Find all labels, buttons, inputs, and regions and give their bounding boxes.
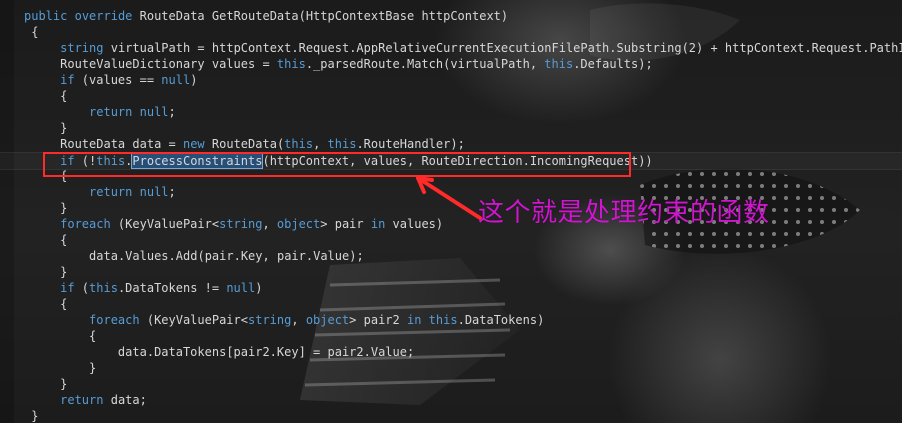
code-line-text: RouteData data = new RouteData(this, thi… — [60, 137, 465, 151]
code-line-text: { — [24, 25, 39, 39]
code-line-text: return data; — [60, 393, 147, 407]
code-line-text: return null; — [89, 105, 176, 119]
code-line-text: return null; — [89, 185, 176, 199]
code-line: data.Values.Add(pair.Key, pair.Value); — [0, 248, 902, 264]
code-line: } — [0, 376, 902, 392]
code-line: public override RouteData GetRouteData(H… — [0, 8, 902, 24]
code-line-text: foreach (KeyValuePair<string, object> pa… — [89, 313, 545, 327]
code-line-text: } — [24, 265, 68, 279]
code-line: } — [0, 120, 902, 136]
code-line-text: foreach (KeyValuePair<string, object> pa… — [60, 217, 444, 231]
code-line: { — [0, 88, 902, 104]
code-line: data.DataTokens[pair2.Key] = pair2.Value… — [0, 344, 902, 360]
code-line: } — [0, 360, 902, 376]
code-line: { — [0, 24, 902, 40]
code-line-text: } — [24, 377, 68, 391]
code-line: return null; — [0, 104, 902, 120]
code-line: { — [0, 328, 902, 344]
code-line-text: { — [24, 89, 68, 103]
code-line-text: data.Values.Add(pair.Key, pair.Value); — [89, 249, 364, 263]
code-line: } — [0, 264, 902, 280]
code-line: RouteValueDictionary values = this._pars… — [0, 56, 902, 72]
code-line-text: } — [24, 409, 39, 423]
code-line: { — [0, 296, 902, 312]
code-line: RouteData data = new RouteData(this, thi… — [0, 136, 902, 152]
code-line: if (this.DataTokens != null) — [0, 280, 902, 296]
callout-text: 这个就是处理约束的函数 — [478, 198, 770, 228]
screenshot: public override RouteData GetRouteData(H… — [0, 0, 902, 423]
code-line-text: } — [24, 121, 68, 135]
code-line-text: } — [24, 201, 68, 215]
code-line-text: } — [24, 361, 97, 375]
code-line-text: public override RouteData GetRouteData(H… — [24, 9, 509, 23]
highlight-box — [43, 152, 631, 177]
code-line-text: data.DataTokens[pair2.Key] = pair2.Value… — [117, 345, 415, 359]
code-line-text: string virtualPath = httpContext.Request… — [60, 41, 902, 55]
code-line: foreach (KeyValuePair<string, object> pa… — [0, 312, 902, 328]
code-line: return data; — [0, 392, 902, 408]
code-line-text: { — [24, 233, 68, 247]
code-line-text: if (this.DataTokens != null) — [60, 281, 263, 295]
code-line-text: { — [24, 297, 68, 311]
code-line-text: { — [24, 329, 97, 343]
code-line-text: if (values == null) — [60, 73, 198, 87]
code-line: string virtualPath = httpContext.Request… — [0, 40, 902, 56]
code-line: if (values == null) — [0, 72, 902, 88]
code-line: } — [0, 408, 902, 423]
code-line-text: RouteValueDictionary values = this._pars… — [60, 57, 653, 71]
